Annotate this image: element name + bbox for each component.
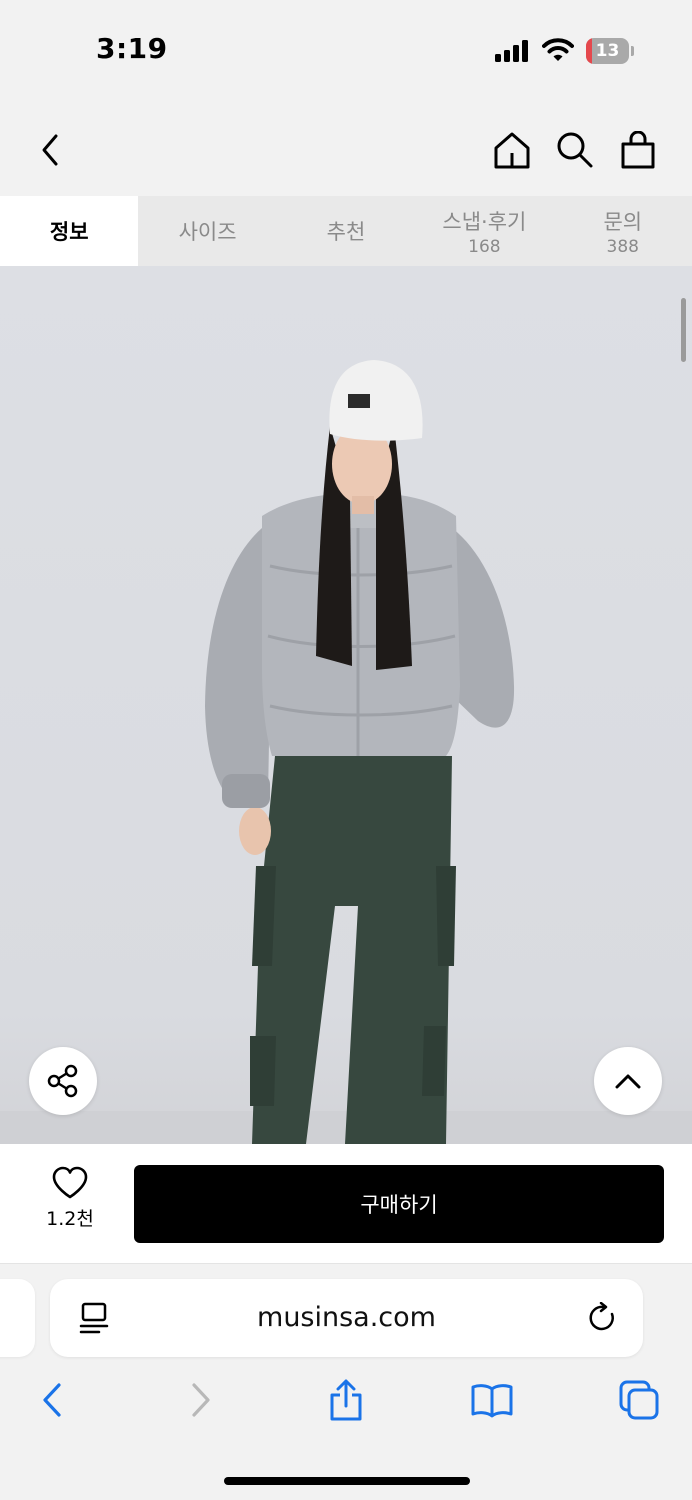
forward-icon: [192, 1383, 210, 1417]
buy-button[interactable]: 구매하기: [134, 1165, 664, 1243]
tab-size[interactable]: 사이즈: [138, 196, 276, 266]
home-button[interactable]: [492, 128, 532, 172]
tab-label: 스냅·후기: [442, 209, 527, 234]
browser-back-button[interactable]: [27, 1375, 77, 1425]
tab-count: 388: [606, 236, 639, 257]
tab-recommend[interactable]: 추천: [277, 196, 415, 266]
tab-info[interactable]: 정보: [0, 196, 139, 266]
tabs-icon: [619, 1380, 659, 1420]
share-button[interactable]: [29, 1047, 97, 1115]
back-chevron-icon: [42, 134, 58, 166]
search-icon: [557, 132, 593, 168]
share-icon: [330, 1379, 362, 1421]
back-icon: [43, 1383, 61, 1417]
tabs-button[interactable]: [614, 1375, 664, 1425]
browser-chrome: musinsa.com: [0, 1265, 692, 1500]
previous-tab-preview[interactable]: [0, 1279, 35, 1357]
home-icon: [494, 132, 530, 169]
search-button[interactable]: [555, 128, 595, 172]
buy-button-label: 구매하기: [360, 1193, 438, 1217]
page-menu-button[interactable]: [76, 1299, 112, 1337]
reload-button[interactable]: [585, 1299, 621, 1337]
tab-label: 추천: [326, 220, 366, 244]
battery-charging-icon: 13: [586, 38, 634, 64]
status-time: 3:19: [96, 32, 168, 65]
like-count: 1.2천: [46, 1208, 94, 1230]
tab-label: 사이즈: [178, 220, 237, 244]
app-header: [0, 100, 692, 196]
bookmarks-icon: [471, 1384, 513, 1418]
heart-icon: [52, 1166, 88, 1199]
status-bar: 3:19 13: [0, 0, 692, 100]
page-menu-icon: [79, 1302, 109, 1334]
product-image[interactable]: [0, 266, 692, 1144]
browser-share-button[interactable]: [321, 1375, 371, 1425]
browser-forward-button[interactable]: [176, 1375, 226, 1425]
shopping-bag-icon: [621, 131, 655, 169]
address-bar[interactable]: musinsa.com: [50, 1279, 643, 1357]
scroll-to-top-icon: [615, 1074, 641, 1089]
tab-snap-reviews[interactable]: 스냅·후기 168: [415, 196, 553, 266]
tab-inquiry[interactable]: 문의 388: [554, 196, 692, 266]
product-photo: [0, 360, 692, 1144]
tab-label: 문의: [603, 209, 643, 234]
battery-level: 13: [595, 41, 620, 61]
scroll-to-top-button[interactable]: [594, 1047, 662, 1115]
home-indicator[interactable]: [224, 1477, 470, 1485]
purchase-bar: 1.2천 구매하기: [0, 1144, 692, 1264]
cellular-signal-icon: [495, 40, 528, 62]
wifi-icon: [542, 38, 574, 61]
share-icon: [47, 1064, 78, 1098]
back-button[interactable]: [30, 128, 70, 172]
scroll-indicator[interactable]: [681, 298, 686, 362]
tab-label: 정보: [49, 220, 89, 244]
url-text: musinsa.com: [257, 1302, 436, 1333]
bookmarks-button[interactable]: [467, 1375, 517, 1425]
product-tabs: 정보 사이즈 추천 스냅·후기 168 문의 388: [0, 196, 692, 266]
tab-count: 168: [468, 236, 501, 257]
cart-button[interactable]: [618, 128, 658, 172]
like-button[interactable]: 1.2천: [28, 1166, 112, 1236]
reload-icon: [589, 1302, 614, 1331]
